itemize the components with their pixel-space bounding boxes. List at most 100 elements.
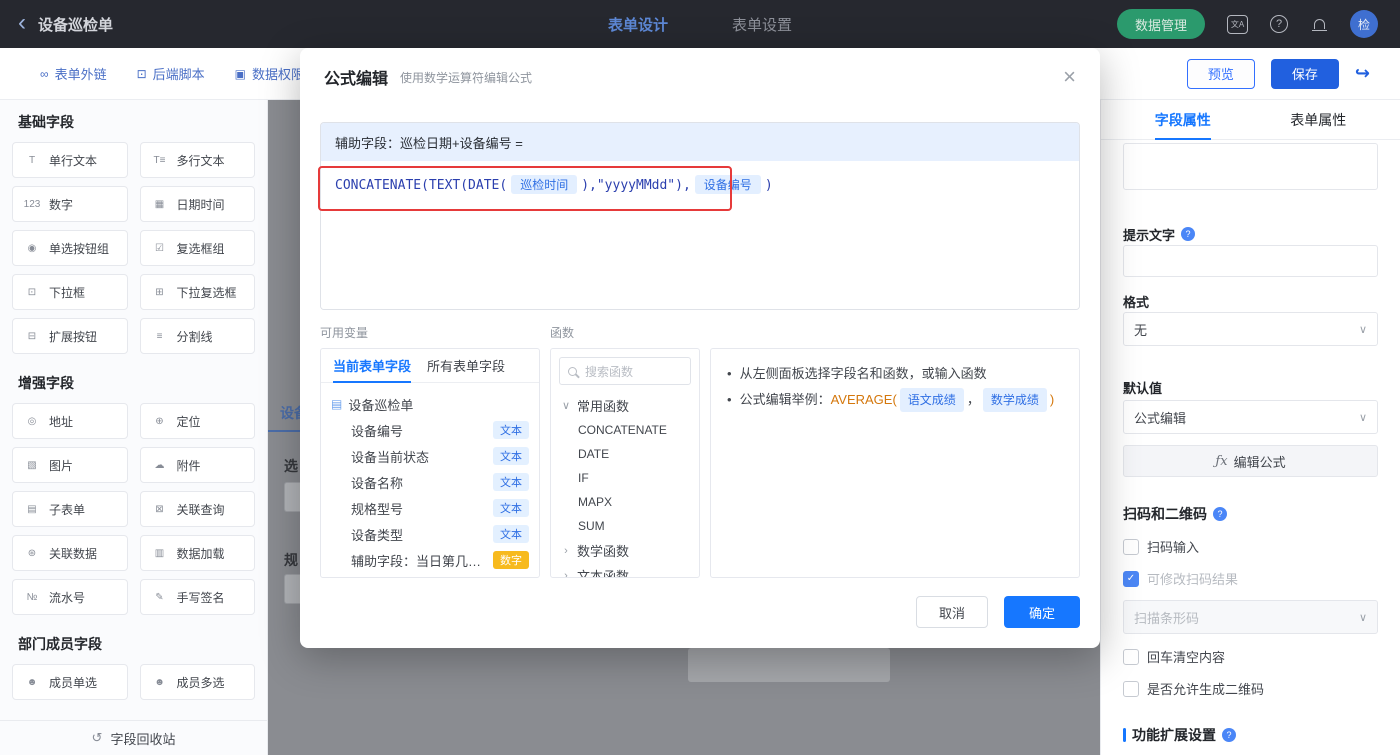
checkbox-scan-input[interactable]: 扫码输入 [1123, 537, 1378, 556]
share-icon[interactable]: ↪ [1355, 63, 1370, 84]
tab-field-properties[interactable]: 字段属性 [1154, 100, 1211, 140]
scan-type-select[interactable]: 扫描条形码 ∨ [1123, 600, 1378, 634]
field-address[interactable]: ◎ 地址 [12, 403, 128, 439]
bell-icon[interactable] [1310, 15, 1328, 33]
save-button[interactable]: 保存 [1270, 58, 1339, 89]
formula-code: CONCATENATE(TEXT(DATE( [335, 178, 508, 193]
recycle-icon: ↺ [91, 730, 103, 745]
checkbox-clear-on-enter[interactable]: 回车清空内容 [1123, 647, 1378, 666]
field-label: 关联查询 [176, 502, 225, 517]
variable-item[interactable]: 设备类型 文本 [331, 521, 529, 547]
variable-item[interactable]: 设备名称 文本 [331, 469, 529, 495]
hint-text-input[interactable] [1123, 245, 1378, 277]
field-related-data[interactable]: ⊛ 关联数据 [12, 535, 128, 571]
field-extend-button[interactable]: ⊟ 扩展按钮 [12, 318, 128, 354]
field-multi-line-text[interactable]: T≡ 多行文本 [139, 142, 255, 178]
function-item[interactable]: CONCATENATE [551, 418, 699, 442]
field-member-multi[interactable]: ☻ 成员多选 [139, 664, 255, 700]
tab-current-form-fields[interactable]: 当前表单字段 [333, 349, 412, 383]
functions-list: ∨ 常用函数 CONCATENATE DATE IF MAPX SUM › 数学函数 › 文本函数 [551, 393, 699, 577]
topbar-tab-form-design[interactable]: 表单设计 [608, 14, 668, 35]
function-group[interactable]: › 数学函数 [551, 538, 699, 563]
variable-item[interactable]: 规格型号 文本 [331, 495, 529, 521]
checkbox-allow-qr-generation[interactable]: 是否允许生成二维码 [1123, 679, 1378, 698]
formula-editor-area[interactable]: CONCATENATE(TEXT(DATE(巡检时间),"yyyyMMdd"),… [321, 161, 1079, 309]
dropdown-icon: ⊡ [27, 286, 37, 298]
function-item[interactable]: MAPX [551, 490, 699, 514]
help-icon[interactable]: ? [1270, 15, 1288, 33]
field-datetime[interactable]: ▦ 日期时间 [139, 186, 255, 222]
field-location[interactable]: ⊕ 定位 [139, 403, 255, 439]
backend-script-icon: ⊡ [136, 66, 147, 81]
format-select[interactable]: 无 ∨ [1123, 312, 1378, 346]
field-type-badge: 文本 [493, 473, 529, 491]
function-item[interactable]: SUM [551, 514, 699, 538]
field-image[interactable]: ▧ 图片 [12, 447, 128, 483]
function-group[interactable]: › 文本函数 [551, 563, 699, 577]
avatar[interactable]: 检 [1350, 10, 1378, 38]
field-related-query[interactable]: ⊠ 关联查询 [139, 491, 255, 527]
variable-item[interactable]: 辅助字段：当日第几次... 数字 [331, 547, 529, 573]
field-dropdown[interactable]: ⊡ 下拉框 [12, 274, 128, 310]
function-item[interactable]: DATE [551, 442, 699, 466]
field-serial-number[interactable]: № 流水号 [12, 579, 128, 615]
function-group-name: 常用函数 [577, 399, 630, 414]
modal-subtitle: 使用数学运算符编辑公式 [400, 70, 533, 85]
field-token[interactable]: 巡检时间 [511, 175, 578, 194]
field-radio-group[interactable]: ◉ 单选按钮组 [12, 230, 128, 266]
checkbox-modifiable-scan-result[interactable]: ✓ 可修改扫码结果 [1123, 569, 1378, 588]
field-dropdown-multi[interactable]: ⊞ 下拉复选框 [139, 274, 255, 310]
field-divider[interactable]: ≡ 分割线 [139, 318, 255, 354]
help-icon[interactable]: ? [1213, 507, 1227, 521]
variables-list: 设备编号 文本 设备当前状态 文本 设备名称 文本 规格型号 文本 设备类型 文本 辅助字段：当日第… [331, 417, 529, 573]
cancel-button[interactable]: 取消 [916, 596, 988, 628]
variable-tree-root[interactable]: ▤ 设备巡检单 [331, 391, 529, 417]
toolbar-actions: 预览 保存 ↪ [1186, 58, 1400, 89]
function-group[interactable]: ∨ 常用函数 [551, 393, 699, 418]
field-title-input[interactable] [1123, 143, 1378, 190]
related-data-icon: ⊛ [27, 547, 37, 559]
field-label: 日期时间 [176, 197, 225, 212]
scan-section-label: 扫码和二维码 ? [1123, 504, 1378, 524]
field-checkbox-group[interactable]: ☑ 复选框组 [139, 230, 255, 266]
function-item[interactable]: IF [551, 466, 699, 490]
confirm-button[interactable]: 确定 [1004, 596, 1080, 628]
default-value-select[interactable]: 公式编辑 ∨ [1123, 400, 1378, 434]
field-member-single[interactable]: ☻ 成员单选 [12, 664, 128, 700]
field-token[interactable]: 语文成绩 [899, 388, 964, 412]
field-attachment[interactable]: ☁ 附件 [139, 447, 255, 483]
form-external-link-link[interactable]: ∞ 表单外链 [40, 64, 107, 83]
field-recycle-bin[interactable]: ↺ 字段回收站 [0, 720, 267, 755]
translate-icon[interactable]: 文A [1227, 14, 1248, 34]
help-icon[interactable]: ? [1181, 227, 1196, 241]
variable-item[interactable]: 设备编号 文本 [331, 417, 529, 443]
field-token[interactable]: 数学成绩 [982, 388, 1047, 412]
variable-item[interactable]: 设备当前状态 文本 [331, 443, 529, 469]
scan-options-group: 扫码输入 ✓ 可修改扫码结果 [1123, 537, 1378, 588]
data-manage-button[interactable]: 数据管理 [1116, 9, 1205, 39]
edit-formula-button[interactable]: ƒx 编辑公式 [1123, 445, 1378, 477]
form-name: 设备巡检单 [348, 397, 414, 413]
field-signature[interactable]: ✎ 手写签名 [139, 579, 255, 615]
field-data-load[interactable]: ▥ 数据加载 [139, 535, 255, 571]
field-number[interactable]: 123 数字 [12, 186, 128, 222]
preview-button[interactable]: 预览 [1186, 58, 1255, 89]
data-permission-link[interactable]: ▣ 数据权限 [235, 64, 304, 83]
topbar-tabs: 表单设计 表单设置 [608, 0, 792, 48]
function-search-input[interactable]: 搜索函数 [559, 357, 691, 385]
field-single-line-text[interactable]: T 单行文本 [12, 142, 128, 178]
attachment-icon: ☁ [154, 459, 165, 471]
field-subform[interactable]: ▤ 子表单 [12, 491, 128, 527]
topbar-right: 数据管理 文A ? 检 [1116, 9, 1400, 39]
chevron-down-icon: ∨ [1358, 411, 1367, 424]
field-label: 下拉复选框 [176, 285, 237, 300]
tab-all-form-fields[interactable]: 所有表单字段 [427, 349, 505, 382]
help-icon[interactable]: ? [1222, 728, 1236, 742]
backend-script-link[interactable]: ⊡ 后端脚本 [137, 64, 205, 83]
back-icon[interactable]: ‹ [18, 10, 26, 35]
tab-form-properties[interactable]: 表单属性 [1290, 100, 1346, 139]
topbar-tab-form-settings[interactable]: 表单设置 [732, 14, 792, 35]
close-icon[interactable]: × [1063, 66, 1076, 88]
field-token[interactable]: 设备编号 [694, 175, 761, 194]
datetime-icon: ▦ [154, 198, 165, 210]
